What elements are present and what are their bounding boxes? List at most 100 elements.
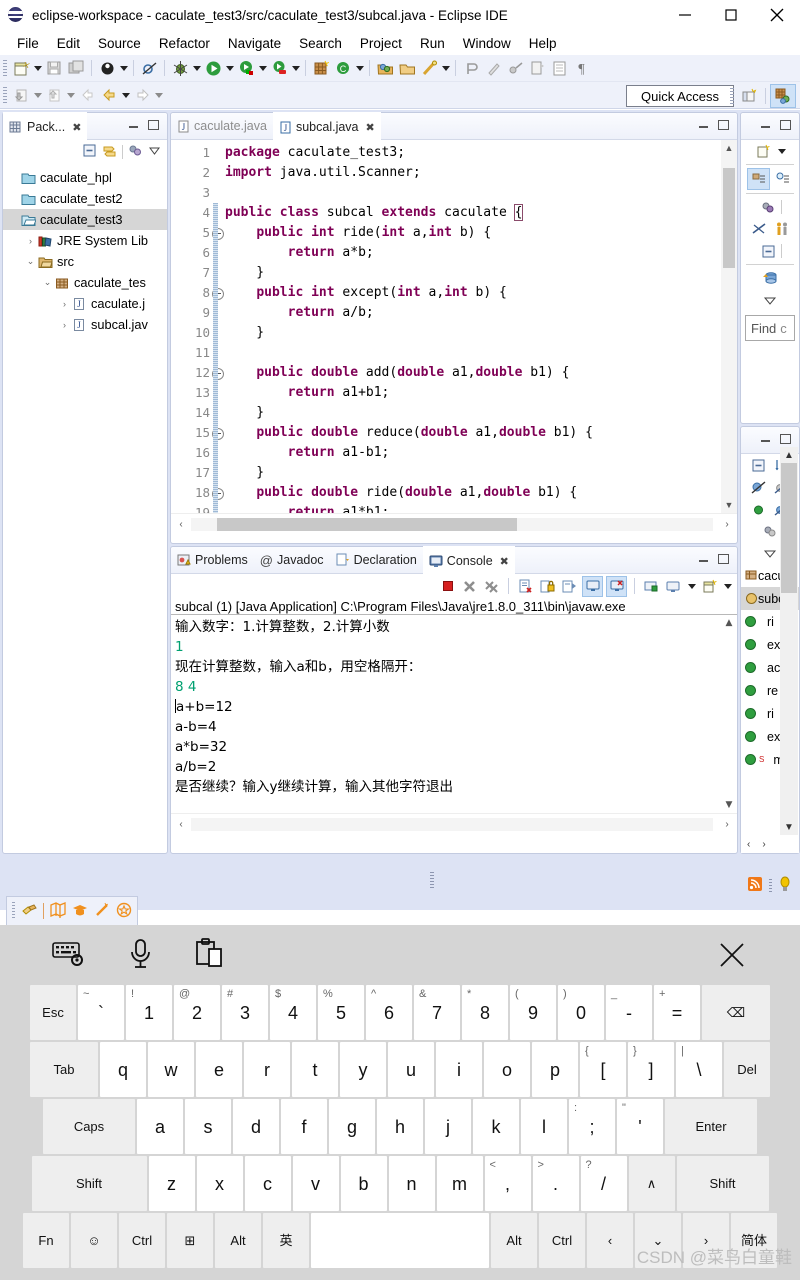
maximize-button[interactable] [708,0,754,30]
editor-horizontal-scrollbar[interactable]: ‹ › [171,513,737,534]
badge-icon[interactable] [116,902,132,921]
display-selected-console-icon[interactable] [582,575,603,597]
key-z[interactable]: z [148,1156,195,1211]
new-java-project-icon[interactable] [311,58,331,78]
scheduled-mode-icon[interactable] [772,169,793,189]
key-g[interactable]: g [329,1099,375,1154]
skip-breakpoints-icon[interactable] [139,58,159,78]
status-grip[interactable] [769,878,772,893]
key-backtick[interactable]: ~ ` [78,985,124,1040]
outline-view-menu-icon[interactable] [760,543,781,563]
debug-dropdown-icon[interactable] [191,58,202,78]
new-wizard-icon[interactable] [11,58,31,78]
key-c[interactable]: c [244,1156,291,1211]
back-history-disabled-icon[interactable] [77,85,97,105]
key-v[interactable]: v [292,1156,339,1211]
key-4[interactable]: $4 [270,985,316,1040]
key-e[interactable]: e [196,1042,242,1097]
step-return-dropdown-icon[interactable] [65,85,76,105]
hide-fields-icon[interactable] [748,477,769,497]
magic-wand-icon[interactable] [94,902,110,921]
scroll-thumb[interactable] [723,168,735,268]
console-scroll-right-icon[interactable]: › [717,819,737,830]
tree-item-caculate_test2[interactable]: caculate_test2 [3,188,167,209]
quick-fix-dropdown-icon[interactable] [440,58,451,78]
console-scroll-left-icon[interactable]: ‹ [171,819,191,830]
key-b[interactable]: b [340,1156,387,1211]
scroll-down-icon[interactable]: ▼ [721,497,737,513]
key-o[interactable]: o [484,1042,530,1097]
key-m[interactable]: m [436,1156,483,1211]
tab-javadoc[interactable]: @ Javadoc [254,547,330,573]
key-3[interactable]: #3 [222,985,268,1040]
key-backslash[interactable]: | \ [676,1042,722,1097]
feed-icon[interactable] [747,876,763,895]
minimize-tasklist-icon[interactable] [759,118,773,132]
back-dropdown-icon[interactable] [120,85,131,105]
keyboard-close-button[interactable] [716,939,748,971]
repository-icon[interactable] [760,268,781,288]
tab-package-explorer[interactable]: Pack... ✖ [3,112,88,140]
synchronize-icon[interactable] [758,197,779,217]
open-perspective-icon[interactable] [737,85,761,107]
tree-item-src[interactable]: ⌄ src [3,251,167,272]
key-j[interactable]: j [425,1099,471,1154]
tree-item-subcal-jav[interactable]: › Jsubcal.jav [3,314,167,335]
microphone-icon[interactable] [128,938,154,973]
key-r[interactable]: r [244,1042,290,1097]
key-ctrl[interactable]: Ctrl [539,1213,585,1268]
step-into-icon[interactable] [11,85,31,105]
outline-vertical-scrollbar[interactable]: ▲ ▼ [780,447,798,835]
save-all-icon[interactable] [66,58,86,78]
key-简体[interactable]: 简体 [731,1213,777,1268]
console-scroll-up-icon[interactable]: ▲ [721,615,737,631]
external-tools-dropdown-icon[interactable] [290,58,301,78]
key-lbracket[interactable]: {[ [580,1042,626,1097]
key-u[interactable]: u [388,1042,434,1097]
menu-project[interactable]: Project [351,34,411,53]
key-d[interactable]: d [233,1099,279,1154]
key-shift[interactable]: Shift [31,1156,147,1211]
key-esc[interactable]: Esc [30,985,76,1040]
toggle-mark-occurrences-icon[interactable] [97,58,117,78]
run-dropdown-icon[interactable] [224,58,235,78]
key-1[interactable]: ! 1 [126,985,172,1040]
key-x[interactable]: x [196,1156,243,1211]
minimize-view-icon[interactable] [127,118,141,132]
toolbar2-grip[interactable] [3,87,7,103]
filter-completed-icon[interactable] [748,219,769,239]
tasklist-view-menu-icon[interactable] [760,290,781,310]
fastview-grip[interactable] [12,902,15,920]
view-menu-presentation-icon[interactable] [128,143,143,161]
key-sym[interactable]: ∧ [628,1156,675,1211]
key-alt[interactable]: Alt [215,1213,261,1268]
open-console-icon[interactable] [664,577,683,596]
view-menu-icon[interactable] [148,144,161,160]
key-w[interactable]: w [148,1042,194,1097]
menu-help[interactable]: Help [520,34,566,53]
key-fn[interactable]: Fn [23,1213,69,1268]
key-2[interactable]: @2 [174,985,220,1040]
key-f[interactable]: f [281,1099,327,1154]
key-alt[interactable]: Alt [491,1213,537,1268]
close-icon[interactable]: ✖ [366,121,375,134]
sash-handle[interactable] [430,872,434,888]
new-console-view-icon[interactable] [642,577,661,596]
outline-scroll-up-icon[interactable]: ▲ [780,447,798,463]
menu-refactor[interactable]: Refactor [150,34,219,53]
maximize-console-icon[interactable] [716,552,730,566]
tree-item-caculate_hpl[interactable]: caculate_hpl [3,167,167,188]
console-horizontal-scrollbar[interactable]: ‹ › [171,813,737,834]
tip-of-the-day-icon[interactable] [778,876,792,895]
console-menu-dropdown-icon[interactable] [722,576,733,596]
next-annotation-icon[interactable] [483,58,503,78]
key-minus[interactable]: _ - [606,985,652,1040]
tree-twisty-icon[interactable]: › [58,296,71,312]
scroll-up-icon[interactable]: ▲ [721,140,737,156]
remove-launch-icon[interactable] [460,577,479,596]
key-英[interactable]: 英 [263,1213,309,1268]
last-edit-location-icon[interactable] [527,58,547,78]
tree-twisty-icon[interactable]: ⌄ [24,254,37,270]
key-sym[interactable]: ⌄ [635,1213,681,1268]
tab-caculate-java[interactable]: J caculate.java [171,113,273,139]
